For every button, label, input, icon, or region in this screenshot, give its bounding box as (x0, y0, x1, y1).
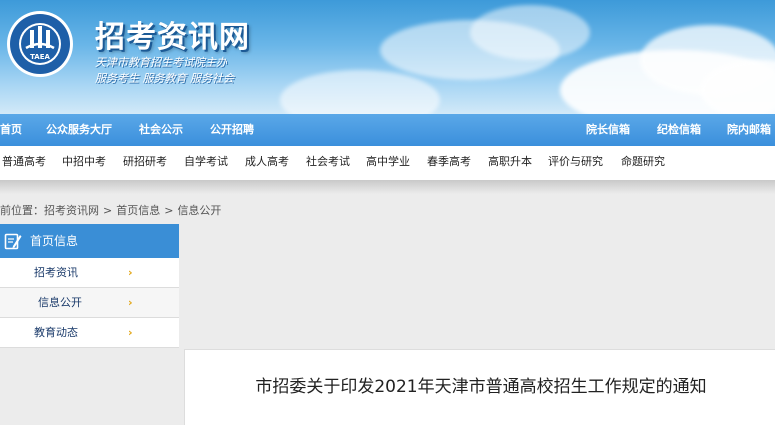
cloud-decoration (280, 70, 440, 114)
chevron-right-icon: › (128, 296, 133, 309)
category-adult-exam[interactable]: 成人高考 (245, 146, 289, 180)
sidebar-title: 首页信息 (30, 234, 79, 248)
sidebar-header: 首页信息 (0, 224, 179, 258)
category-evaluation-research[interactable]: 评价与研究 (548, 146, 603, 180)
main-nav: 首页 公众服务大厅 社会公示 公开招聘 院长信箱 纪检信箱 院内邮箱 (0, 114, 775, 146)
nav-discipline-mailbox[interactable]: 纪检信箱 (657, 114, 701, 146)
category-proposition-research[interactable]: 命题研究 (621, 146, 665, 180)
category-spring-gaokao[interactable]: 春季高考 (427, 146, 471, 180)
nav-president-mailbox[interactable]: 院长信箱 (586, 114, 630, 146)
sidebar: 首页信息 招考资讯 › 信息公开 › 教育动态 › (0, 224, 179, 348)
nav-home[interactable]: 首页 (0, 114, 22, 146)
nav-public-service-hall[interactable]: 公众服务大厅 (46, 114, 112, 146)
slogan-organizer: 天津市教育招生考试院主办 (95, 56, 227, 69)
breadcrumb-home-info[interactable]: 首页信息 (116, 203, 160, 219)
site-title[interactable]: 招考资讯网 (95, 12, 250, 56)
breadcrumb: 前位置：招考资讯网 > 首页信息 > 信息公开 (0, 203, 221, 219)
header-banner: TAEA 招考资讯网 天津市教育招生考试院主办 服务考生 服务教育 服务社会 (0, 0, 775, 114)
chevron-right-icon: › (128, 266, 133, 279)
breadcrumb-site[interactable]: 招考资讯网 (44, 203, 99, 219)
breadcrumb-info-disclosure[interactable]: 信息公开 (177, 203, 221, 219)
sidebar-item-admission-news[interactable]: 招考资讯 › (0, 258, 179, 288)
slogan-motto: 服务考生 服务教育 服务社会 (95, 72, 234, 85)
article-title: 市招委关于印发2021年天津市普通高校招生工作规定的通知 (255, 377, 707, 397)
category-graduate-exam[interactable]: 研招研考 (123, 146, 167, 180)
category-general-gaokao[interactable]: 普通高考 (2, 146, 46, 180)
nav-public-notice[interactable]: 社会公示 (139, 114, 183, 146)
category-zhongkao[interactable]: 中招中考 (62, 146, 106, 180)
category-high-school-academic[interactable]: 高中学业 (366, 146, 410, 180)
sidebar-item-label: 信息公开 (38, 296, 82, 309)
sidebar-item-education-news[interactable]: 教育动态 › (0, 318, 179, 348)
taea-logo[interactable]: TAEA (6, 10, 74, 78)
sidebar-item-label: 教育动态 (34, 326, 78, 339)
svg-text:TAEA: TAEA (30, 53, 50, 61)
category-nav: 普通高考 中招中考 研招研考 自学考试 成人高考 社会考试 高中学业 春季高考 … (0, 146, 775, 180)
cloud-decoration (470, 5, 590, 60)
nav-public-recruitment[interactable]: 公开招聘 (210, 114, 254, 146)
breadcrumb-separator: > (164, 204, 174, 217)
article-panel: 市招委关于印发2021年天津市普通高校招生工作规定的通知 (184, 349, 775, 425)
edit-document-icon (4, 233, 22, 250)
category-social-exam[interactable]: 社会考试 (306, 146, 350, 180)
sidebar-item-info-disclosure[interactable]: 信息公开 › (0, 288, 179, 318)
chevron-right-icon: › (128, 326, 133, 339)
breadcrumb-separator: > (103, 204, 113, 217)
breadcrumb-prefix: 前位置： (0, 204, 44, 217)
category-self-study-exam[interactable]: 自学考试 (184, 146, 228, 180)
nav-shadow (0, 180, 775, 194)
category-vocational-upgrade[interactable]: 高职升本 (488, 146, 532, 180)
nav-internal-mailbox[interactable]: 院内邮箱 (727, 114, 771, 146)
sidebar-item-label: 招考资讯 (34, 266, 78, 279)
